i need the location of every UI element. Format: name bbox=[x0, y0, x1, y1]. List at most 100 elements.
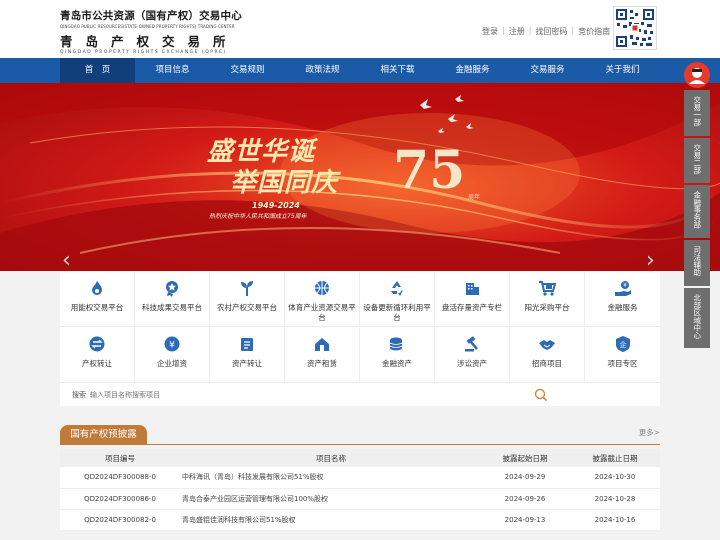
sidebar-trading-dept-1[interactable]: 交易一部 bbox=[684, 90, 710, 136]
service-label: 产权转让 bbox=[82, 359, 112, 368]
search-bar: 搜索 bbox=[60, 384, 660, 406]
service-award-tile[interactable]: 科技成果交易平台 bbox=[135, 272, 210, 327]
award-icon bbox=[166, 281, 178, 297]
sidebar-north-center[interactable]: 北部区域中心 bbox=[684, 287, 710, 348]
capital-icon: ¥ bbox=[164, 336, 180, 352]
col-end-date: 披露截止日期 bbox=[570, 449, 660, 467]
service-label: 金融资产 bbox=[382, 359, 412, 368]
service-building-tile[interactable]: 盘活存量资产专栏 bbox=[435, 272, 510, 327]
cart-icon bbox=[539, 281, 557, 296]
disclosure-section: 国有产权预披露 更多> 项目编号 项目名称 披露起始日期 披露截止日期 QD20… bbox=[60, 425, 660, 540]
finance-hand-icon: ¥ bbox=[614, 281, 631, 296]
handshake-icon bbox=[539, 340, 555, 350]
banner-number: 75 bbox=[393, 140, 466, 201]
nav-policies[interactable]: 政策法规 bbox=[285, 58, 360, 83]
end-date: 2024-10-28 bbox=[570, 488, 660, 510]
service-zone-tile[interactable]: 企项目专区 bbox=[585, 328, 660, 383]
service-recycle-tile[interactable]: 设备更新循环利用平台 bbox=[360, 272, 435, 327]
service-label: 招商项目 bbox=[532, 359, 562, 368]
service-label: 用能权交易平台 bbox=[70, 303, 124, 312]
coins-icon bbox=[389, 337, 403, 351]
svg-text:¥: ¥ bbox=[169, 341, 175, 351]
hero-banner[interactable]: ‹ › bbox=[0, 83, 720, 271]
divider: | bbox=[528, 26, 532, 35]
search-icon[interactable] bbox=[534, 388, 548, 402]
service-finance-hand-tile[interactable]: ¥ 金融服务 bbox=[585, 272, 660, 327]
sidebar-label: 交易二部 bbox=[692, 143, 702, 174]
nav-finance[interactable]: 金融服务 bbox=[435, 58, 510, 83]
project-name[interactable]: 中科海讯（青岛）科技发展有限公司51%股权 bbox=[180, 467, 480, 489]
service-handshake-tile[interactable]: 招商项目 bbox=[510, 328, 585, 383]
nav-trading-rules[interactable]: 交易规则 bbox=[210, 58, 285, 83]
site-logo[interactable]: 青岛市公共资源（国有产权）交易中心 QINGDAO PUBLIC RESOURC… bbox=[60, 8, 250, 55]
sidebar-label: 金融事务部 bbox=[692, 191, 702, 229]
service-label: 体育产业资源交易平台 bbox=[288, 303, 356, 322]
table-row[interactable]: QD2024DF300086-0 青岛合泰产业园区运营管理有限公司100%股权 … bbox=[60, 488, 660, 510]
more-link[interactable]: 更多> bbox=[639, 427, 660, 438]
sprout-icon bbox=[241, 281, 253, 296]
main-nav: 首 页 项目信息 交易规则 政策法规 相关下载 金融服务 交易服务 关于我们 bbox=[0, 58, 720, 83]
ball-icon bbox=[315, 281, 329, 295]
banner-next-arrow[interactable]: › bbox=[646, 248, 655, 271]
project-no: QD2024DF300086-0 bbox=[60, 488, 180, 510]
nav-home[interactable]: 首 页 bbox=[60, 58, 135, 83]
service-avatar-icon[interactable] bbox=[684, 62, 710, 88]
sidebar-finance-dept[interactable]: 金融事务部 bbox=[684, 185, 710, 238]
section-divider bbox=[60, 444, 660, 445]
recycle-icon bbox=[391, 281, 403, 296]
banner-title-2: 举国同庆 bbox=[230, 168, 339, 198]
service-ball-tile[interactable]: 体育产业资源交易平台 bbox=[285, 272, 360, 327]
table-row[interactable]: QD2024DF300088-0 中科海讯（青岛）科技发展有限公司51%股权 2… bbox=[60, 467, 660, 489]
top-links: 登录 | 注册 | 找回密码 | 竞价指南 bbox=[482, 26, 610, 37]
table-header-row: 项目编号 项目名称 披露起始日期 披露截止日期 bbox=[60, 449, 660, 467]
sidebar-trading-dept-2[interactable]: 交易二部 bbox=[684, 137, 710, 183]
login-link[interactable]: 登录 bbox=[482, 26, 498, 37]
service-flame-tile[interactable]: 用能权交易平台 bbox=[60, 272, 135, 327]
building-icon bbox=[466, 283, 479, 295]
service-label: 农村产权交易平台 bbox=[217, 303, 277, 312]
banner-background bbox=[0, 83, 720, 271]
nav-about[interactable]: 关于我们 bbox=[585, 58, 660, 83]
service-coins-tile[interactable]: 金融资产 bbox=[360, 328, 435, 383]
service-house-tile[interactable]: 资产租赁 bbox=[285, 328, 360, 383]
start-date: 2024-09-13 bbox=[480, 509, 570, 531]
service-cart-tile[interactable]: 阳光采购平台 bbox=[510, 272, 585, 327]
house-icon bbox=[315, 338, 329, 351]
service-asset-tile[interactable]: 资产转让 bbox=[210, 328, 285, 383]
logo-title-en: QINGDAO PUBLIC RESOURCES(STATE-OWNED PRO… bbox=[60, 24, 235, 29]
svg-text:企: 企 bbox=[619, 340, 626, 349]
nav-projects[interactable]: 项目信息 bbox=[135, 58, 210, 83]
table-row[interactable]: QD2024DF300082-0 青岛盛锟佳润科技有限公司51%股权 2024-… bbox=[60, 509, 660, 531]
service-capital-tile[interactable]: ¥ 企业增资 bbox=[135, 328, 210, 383]
search-input[interactable] bbox=[90, 388, 290, 402]
service-transfer-tile[interactable]: 产权转让 bbox=[60, 328, 135, 383]
service-label: 盘活存量资产专栏 bbox=[442, 303, 502, 312]
col-project-name: 项目名称 bbox=[180, 449, 480, 467]
service-label: 涉讼资产 bbox=[457, 359, 487, 368]
project-name[interactable]: 青岛合泰产业园区运营管理有限公司100%股权 bbox=[180, 488, 480, 510]
divider: | bbox=[502, 26, 505, 35]
service-label: 企业增资 bbox=[157, 359, 187, 368]
bidding-guide-link[interactable]: 竞价指南 bbox=[578, 26, 610, 37]
service-label: 阳光采购平台 bbox=[524, 303, 570, 312]
nav-trade-services[interactable]: 交易服务 bbox=[510, 58, 585, 83]
service-label: 资产租赁 bbox=[307, 359, 337, 368]
sidebar-label: 交易一部 bbox=[692, 96, 702, 126]
col-project-no: 项目编号 bbox=[60, 449, 180, 467]
divider: | bbox=[571, 26, 575, 35]
qr-code-icon bbox=[613, 6, 657, 50]
project-no: QD2024DF300082-0 bbox=[60, 509, 180, 531]
sidebar-label: 司法辅助 bbox=[692, 246, 702, 276]
nav-downloads[interactable]: 相关下载 bbox=[360, 58, 435, 83]
asset-icon bbox=[241, 338, 253, 351]
recover-password-link[interactable]: 找回密码 bbox=[535, 26, 567, 37]
service-gavel-tile[interactable]: 涉讼资产 bbox=[435, 328, 510, 383]
service-sprout-tile[interactable]: 农村产权交易平台 bbox=[210, 272, 285, 327]
sidebar-judicial[interactable]: 司法辅助 bbox=[684, 240, 710, 286]
project-name[interactable]: 青岛盛锟佳润科技有限公司51%股权 bbox=[180, 509, 480, 531]
end-date: 2024-10-16 bbox=[570, 509, 660, 531]
logo-title-cn: 青岛市公共资源（国有产权）交易中心 bbox=[60, 10, 242, 22]
register-link[interactable]: 注册 bbox=[509, 26, 525, 37]
sidebar-label: 北部区域中心 bbox=[692, 293, 702, 339]
banner-prev-arrow[interactable]: ‹ bbox=[62, 248, 71, 271]
